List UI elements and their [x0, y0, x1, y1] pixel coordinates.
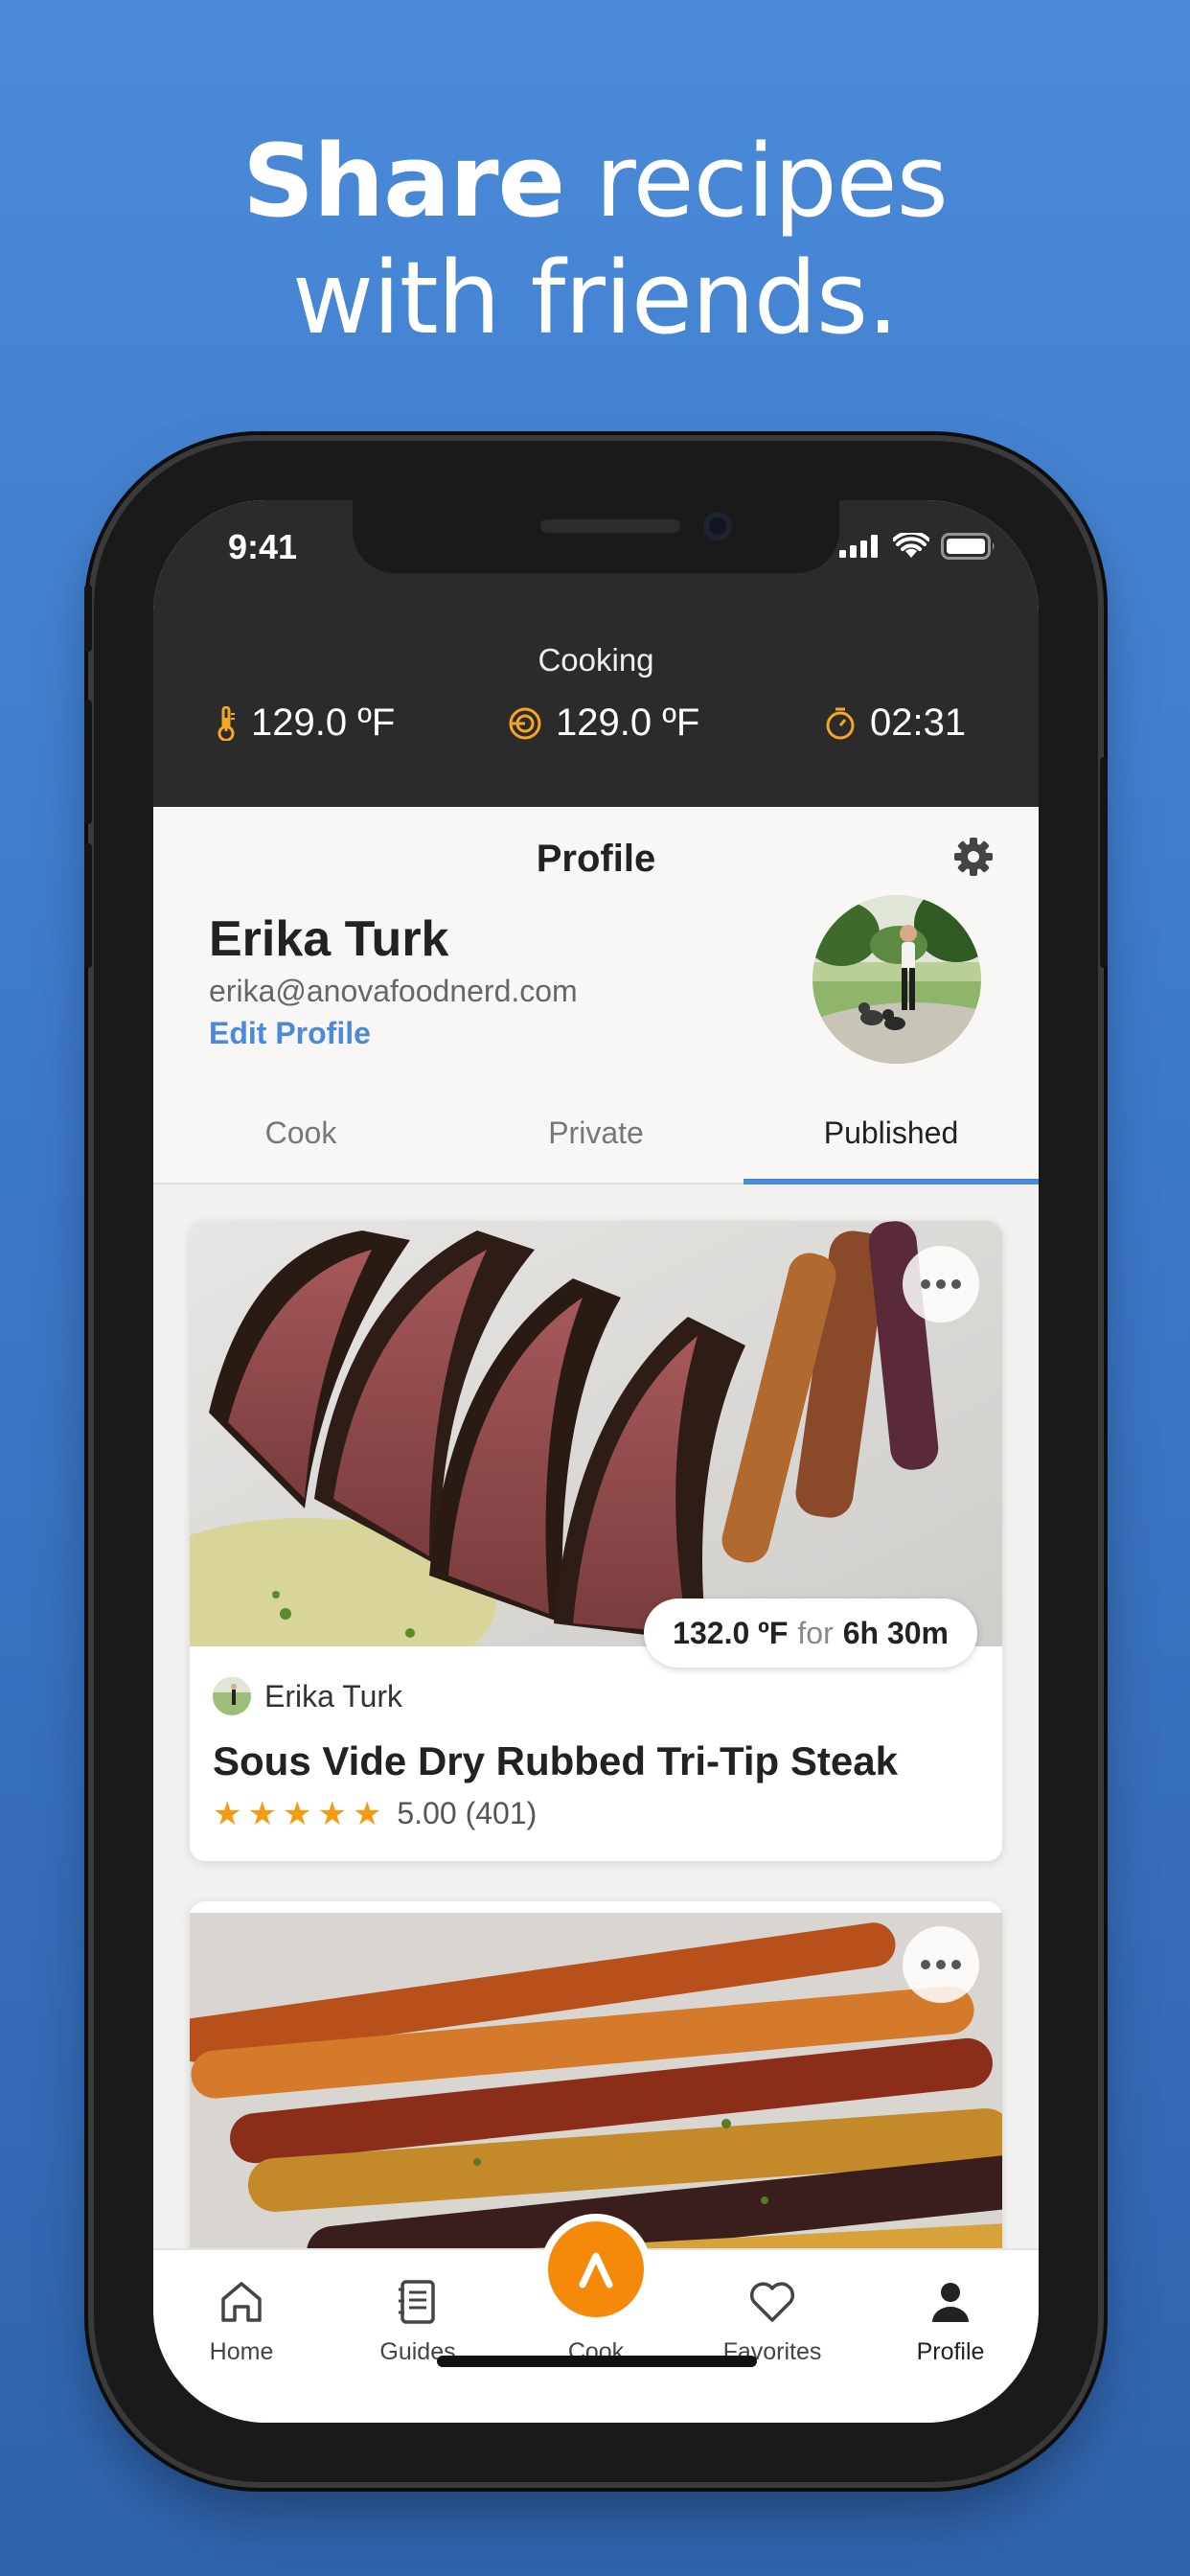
recipe-image-steak	[190, 1221, 1002, 1646]
more-dot	[951, 1279, 961, 1289]
rating-value: 5.00 (401)	[397, 1796, 538, 1830]
star-icon: ★	[213, 1795, 242, 1832]
signal-icon	[839, 535, 878, 558]
volume-up-button	[84, 700, 92, 824]
water-temp-value: 129.0 ºF	[251, 702, 396, 744]
profile-name: Erika Turk	[209, 911, 449, 967]
mute-switch	[84, 585, 92, 652]
recipe-card[interactable]	[190, 1901, 1002, 2248]
wifi-icon	[893, 533, 929, 558]
settings-button[interactable]	[952, 836, 995, 883]
tab-published[interactable]: Published	[744, 1116, 1039, 1151]
status-icons	[839, 533, 996, 560]
recipe-rating: ★ ★ ★ ★ ★ 5.00 (401)	[213, 1796, 537, 1831]
more-dot	[921, 1960, 930, 1969]
tabbar-favorites[interactable]: Favorites	[684, 2273, 860, 2366]
battery-icon	[941, 533, 995, 560]
recipe-title[interactable]: Sous Vide Dry Rubbed Tri-Tip Steak	[213, 1738, 898, 1784]
tabbar-profile-label: Profile	[916, 2338, 985, 2365]
star-icon: ★	[282, 1795, 312, 1832]
star-icon: ★	[352, 1795, 382, 1832]
more-dot	[951, 1960, 961, 1969]
thermometer-icon	[217, 705, 235, 741]
avatar-photo	[812, 895, 981, 1064]
recipe-duration: 6h 30m	[842, 1615, 949, 1650]
headline: Share recipes with friends.	[0, 123, 1190, 356]
cook-button[interactable]	[548, 2221, 644, 2317]
tab-cook[interactable]: Cook	[153, 1116, 448, 1151]
heart-icon	[749, 2282, 795, 2322]
phone-frame: 9:41 Cooking 129.0 ºF 129.0 ºF 02:31 Pro…	[84, 441, 1108, 2482]
speaker	[540, 519, 680, 533]
tabbar-guides[interactable]: Guides	[330, 2273, 506, 2366]
water-temp-stat: 129.0 ºF	[215, 702, 395, 745]
tabbar-home[interactable]: Home	[153, 2273, 330, 2366]
edit-profile-link[interactable]: Edit Profile	[209, 1016, 371, 1051]
page-title: Profile	[536, 838, 656, 880]
more-dot	[936, 1279, 946, 1289]
target-temp-stat: 129.0 ºF	[508, 702, 699, 745]
cook-settings-pill: 132.0 ºF for 6h 30m	[644, 1598, 977, 1668]
avatar[interactable]	[812, 895, 981, 1064]
star-icon: ★	[247, 1795, 277, 1832]
recipe-for-word: for	[797, 1615, 834, 1650]
target-temp-value: 129.0 ºF	[556, 702, 700, 744]
cooking-status-bar[interactable]: Cooking 129.0 ºF 129.0 ºF 02:31	[153, 615, 1039, 807]
more-dot	[936, 1960, 946, 1969]
more-dot	[921, 1279, 930, 1289]
status-time: 9:41	[228, 527, 298, 566]
screen: 9:41 Cooking 129.0 ºF 129.0 ºF 02:31 Pro…	[153, 500, 1039, 2423]
profile-email: erika@anovafoodnerd.com	[209, 974, 578, 1008]
tab-private[interactable]: Private	[448, 1116, 744, 1151]
star-icon: ★	[317, 1795, 347, 1832]
profile-tabs: Cook Private Published	[153, 1096, 1039, 1184]
recipe-card[interactable]: 132.0 ºF for 6h 30m Erika Turk Sous Vide…	[190, 1221, 1002, 1861]
headline-rest: recipes	[564, 123, 949, 240]
camera	[703, 512, 732, 540]
notch	[353, 500, 839, 573]
more-options-button[interactable]	[903, 1926, 979, 2003]
recipe-temp: 132.0 ºF	[673, 1615, 789, 1650]
bottom-tab-bar: Home Guides Cook Favorites Profile	[153, 2221, 1039, 2423]
timer-stat: 02:31	[824, 702, 966, 745]
tabbar-home-label: Home	[209, 2338, 274, 2365]
recipe-list: 132.0 ºF for 6h 30m Erika Turk Sous Vide…	[153, 1184, 1039, 2248]
gear-icon	[954, 838, 993, 876]
author-name: Erika Turk	[264, 1678, 403, 1714]
author-avatar	[213, 1677, 251, 1715]
person-icon	[932, 2283, 969, 2322]
home-icon	[221, 2282, 262, 2322]
power-button	[1100, 757, 1108, 968]
home-indicator[interactable]	[437, 2356, 757, 2367]
stopwatch-icon	[826, 707, 855, 739]
guides-icon	[399, 2280, 435, 2324]
volume-down-button	[84, 843, 92, 968]
target-icon	[509, 707, 541, 739]
tabbar-profile[interactable]: Profile	[862, 2273, 1039, 2366]
profile-header: Erika Turk erika@anovafoodnerd.com Edit …	[153, 895, 1039, 1092]
timer-value: 02:31	[870, 702, 967, 744]
anova-logo-icon	[579, 2252, 613, 2288]
headline-line2: with friends.	[291, 240, 899, 356]
recipe-image-carrots	[190, 1913, 1002, 2248]
cooking-label: Cooking	[538, 642, 654, 678]
more-options-button[interactable]	[903, 1246, 979, 1322]
headline-bold: Share	[242, 123, 565, 240]
recipe-author[interactable]: Erika Turk	[213, 1677, 402, 1715]
